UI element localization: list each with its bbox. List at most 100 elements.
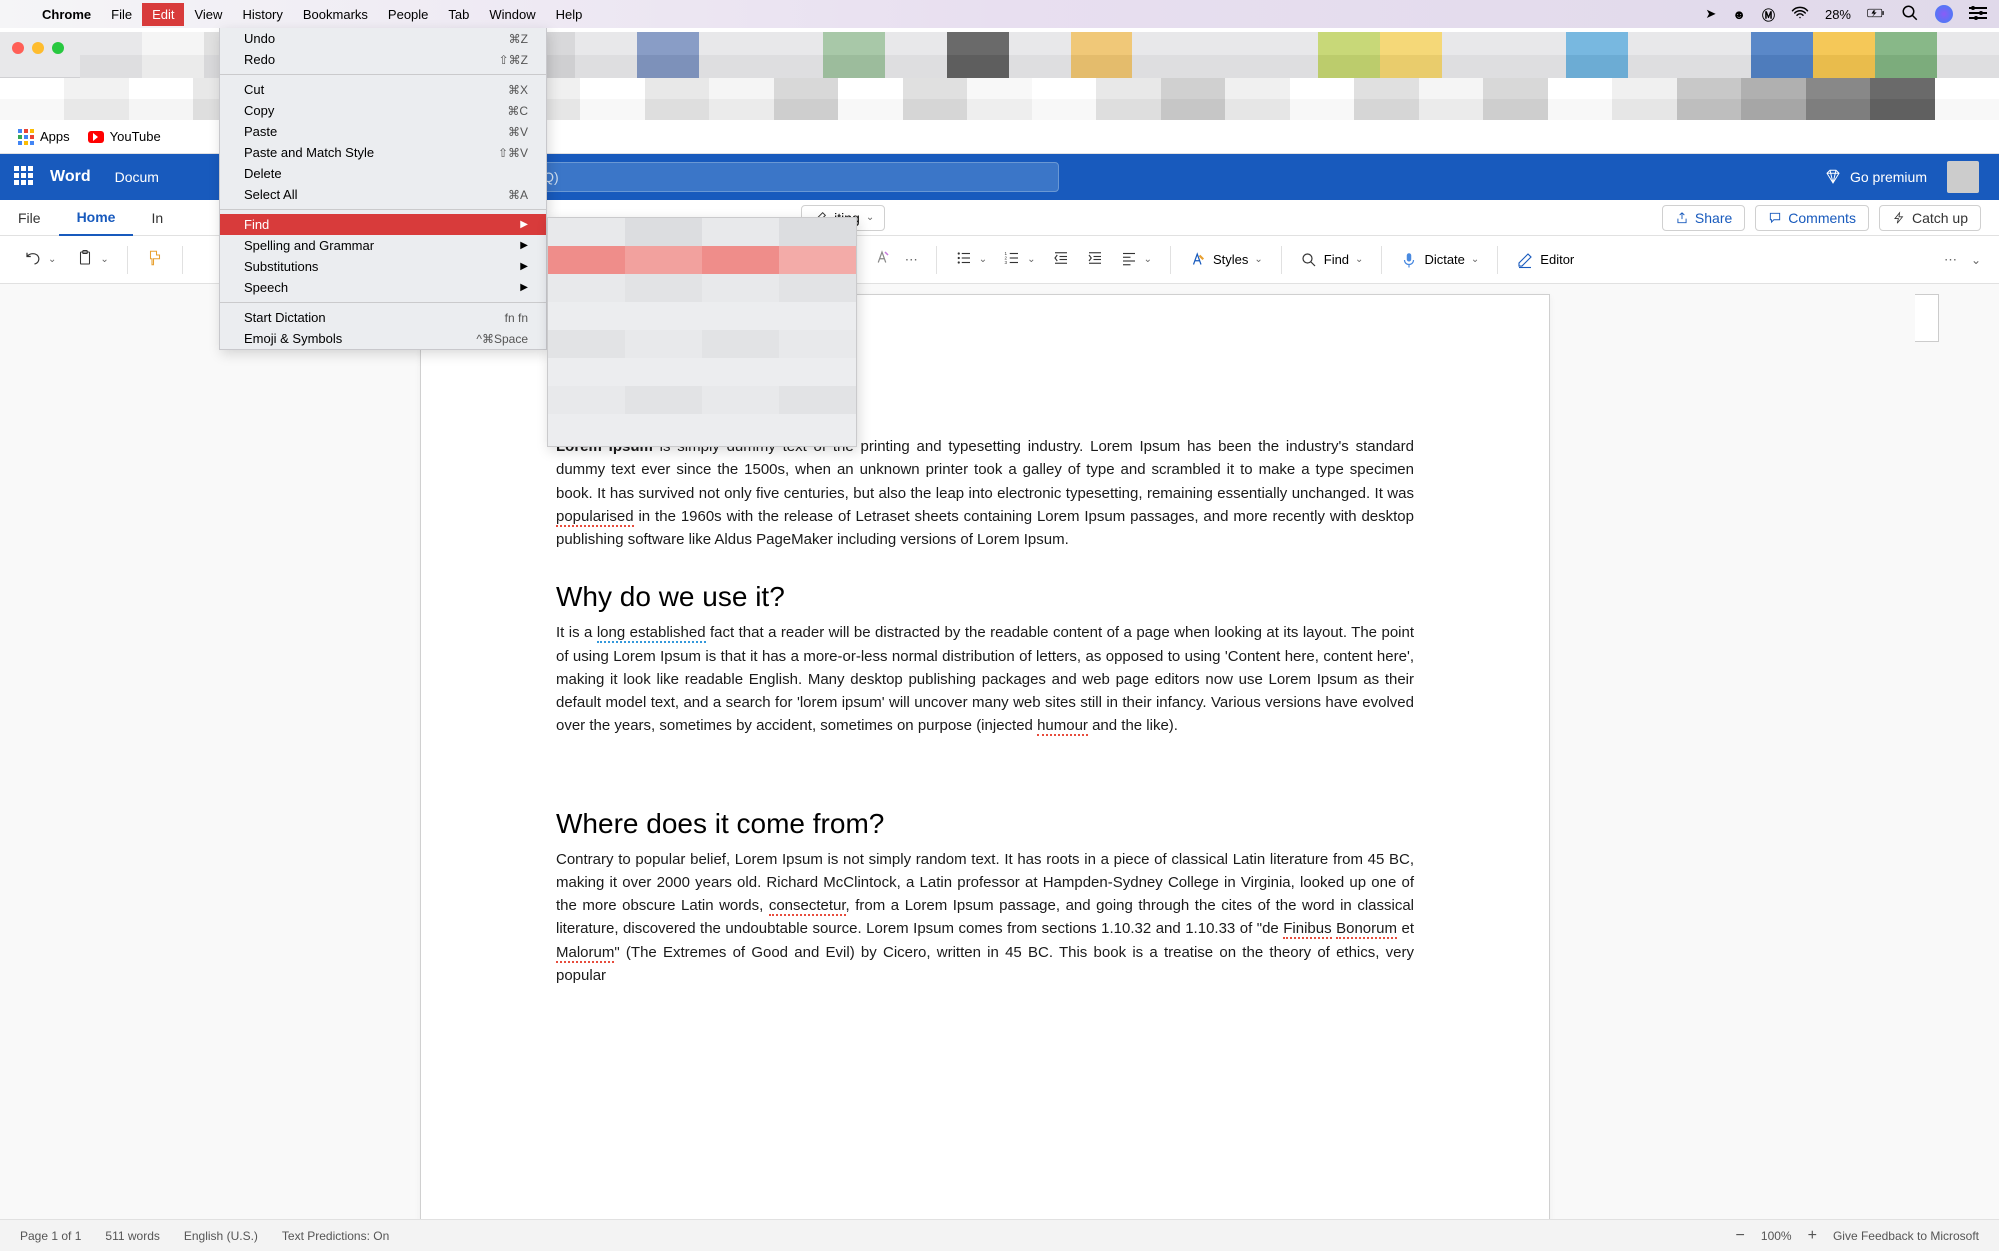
close-window-button[interactable] xyxy=(12,42,24,54)
menu-item-delete[interactable]: Delete xyxy=(220,163,546,184)
zoom-level[interactable]: 100% xyxy=(1761,1229,1792,1243)
sys-icon-1[interactable]: ➤ xyxy=(1705,6,1716,22)
doc-paragraph-1: Lorem Ipsum is simply dummy text of the … xyxy=(556,435,1414,551)
increase-indent-button[interactable] xyxy=(1086,249,1104,270)
menu-file[interactable]: File xyxy=(101,3,142,26)
menu-people[interactable]: People xyxy=(378,3,438,26)
user-avatar[interactable] xyxy=(1947,161,1979,193)
tab-file[interactable]: File xyxy=(0,200,59,236)
wifi-icon[interactable] xyxy=(1791,4,1809,25)
share-button[interactable]: Share xyxy=(1662,205,1745,231)
comment-icon xyxy=(1768,211,1782,225)
find-submenu[interactable] xyxy=(547,217,857,447)
menu-item-undo[interactable]: Undo⌘Z xyxy=(220,28,546,49)
go-premium-button[interactable]: Go premium xyxy=(1824,168,1927,186)
svg-text:3: 3 xyxy=(1005,260,1008,265)
find-icon xyxy=(1300,251,1318,269)
menu-item-copy[interactable]: Copy⌘C xyxy=(220,100,546,121)
tab-insert[interactable]: In xyxy=(133,200,181,236)
share-icon xyxy=(1675,211,1689,225)
undo-button[interactable] xyxy=(24,249,42,270)
styles-button[interactable]: Styles⌄ xyxy=(1183,251,1269,269)
youtube-icon xyxy=(88,131,104,143)
app-launcher-icon[interactable] xyxy=(14,166,36,188)
zoom-out-button[interactable]: − xyxy=(1736,1227,1745,1245)
editor-button[interactable]: Editor xyxy=(1510,251,1580,269)
menu-item-paste[interactable]: Paste⌘V xyxy=(220,121,546,142)
menu-divider xyxy=(220,74,546,75)
numbering-button[interactable]: 123 xyxy=(1003,249,1021,270)
status-predictions[interactable]: Text Predictions: On xyxy=(282,1229,389,1243)
menu-item-cut[interactable]: Cut⌘X xyxy=(220,79,546,100)
menu-divider xyxy=(220,302,546,303)
catch-up-button[interactable]: Catch up xyxy=(1879,205,1981,231)
dictate-button[interactable]: Dictate⌄ xyxy=(1394,251,1485,269)
doc-heading-2: Why do we use it? xyxy=(556,581,1414,613)
menu-item-substitutions[interactable]: Substitutions▶ xyxy=(220,256,546,277)
maximize-window-button[interactable] xyxy=(52,42,64,54)
styles-icon xyxy=(1189,251,1207,269)
doc-paragraph-3: Contrary to popular belief, Lorem Ipsum … xyxy=(556,848,1414,988)
editor-icon xyxy=(1516,251,1534,269)
status-language[interactable]: English (U.S.) xyxy=(184,1229,258,1243)
clipboard-button[interactable] xyxy=(76,249,94,270)
menu-tab[interactable]: Tab xyxy=(438,3,479,26)
minimize-window-button[interactable] xyxy=(32,42,44,54)
menu-history[interactable]: History xyxy=(232,3,292,26)
siri-icon[interactable] xyxy=(1935,5,1953,23)
zoom-in-button[interactable]: + xyxy=(1808,1227,1817,1245)
battery-icon[interactable] xyxy=(1867,4,1885,25)
feedback-link[interactable]: Give Feedback to Microsoft xyxy=(1833,1229,1979,1243)
bookmark-apps[interactable]: Apps xyxy=(18,129,70,145)
align-button[interactable] xyxy=(1120,249,1138,270)
word-brand[interactable]: Word xyxy=(50,168,91,186)
menu-item-spelling[interactable]: Spelling and Grammar▶ xyxy=(220,235,546,256)
edit-dropdown-menu: Undo⌘Z Redo⇧⌘Z Cut⌘X Copy⌘C Paste⌘V Past… xyxy=(219,28,547,350)
menu-divider xyxy=(220,209,546,210)
clear-formatting-button[interactable] xyxy=(873,249,891,270)
tab-home[interactable]: Home xyxy=(59,200,134,236)
menu-item-dictation[interactable]: Start Dictationfn fn xyxy=(220,307,546,328)
menu-item-find[interactable]: Find▶ xyxy=(220,214,546,235)
control-center-icon[interactable] xyxy=(1969,4,1987,25)
status-words[interactable]: 511 words xyxy=(105,1229,159,1243)
battery-percent: 28% xyxy=(1825,7,1851,22)
format-painter-button[interactable] xyxy=(146,249,164,270)
window-controls xyxy=(12,42,64,54)
doc-paragraph-2: It is a long established fact that a rea… xyxy=(556,621,1414,737)
menu-bookmarks[interactable]: Bookmarks xyxy=(293,3,378,26)
bullets-button[interactable] xyxy=(955,249,973,270)
menu-item-paste-match[interactable]: Paste and Match Style⇧⌘V xyxy=(220,142,546,163)
more-ribbon-button[interactable]: ⋯ xyxy=(1944,252,1957,268)
menu-item-speech[interactable]: Speech▶ xyxy=(220,277,546,298)
ruler-notch xyxy=(1915,294,1939,342)
document-canvas[interactable]: What is Lorem Ipsum? Lorem Ipsum is simp… xyxy=(0,284,1999,1219)
status-page[interactable]: Page 1 of 1 xyxy=(20,1229,81,1243)
collapse-ribbon-button[interactable]: ⌄ xyxy=(1971,253,1981,267)
bookmark-youtube[interactable]: YouTube xyxy=(88,129,161,144)
find-button[interactable]: Find⌄ xyxy=(1294,251,1370,269)
decrease-indent-button[interactable] xyxy=(1052,249,1070,270)
menu-view[interactable]: View xyxy=(184,3,232,26)
menu-item-emoji[interactable]: Emoji & Symbols^⌘Space xyxy=(220,328,546,349)
apple-logo-icon[interactable] xyxy=(12,10,32,18)
more-font-button[interactable]: ⋯ xyxy=(905,252,918,268)
status-bar: Page 1 of 1 511 words English (U.S.) Tex… xyxy=(0,1219,1999,1251)
menu-edit[interactable]: Edit xyxy=(142,3,184,26)
apps-grid-icon xyxy=(18,129,34,145)
diamond-icon xyxy=(1824,168,1842,186)
mac-menubar: Chrome File Edit View History Bookmarks … xyxy=(0,0,1999,28)
sys-icon-3[interactable]: Ⓜ xyxy=(1762,5,1775,24)
doc-heading-3: Where does it come from? xyxy=(556,808,1414,840)
menu-help[interactable]: Help xyxy=(546,3,593,26)
sys-icon-2[interactable]: ☻ xyxy=(1732,7,1746,22)
menu-window[interactable]: Window xyxy=(479,3,545,26)
menu-item-redo[interactable]: Redo⇧⌘Z xyxy=(220,49,546,70)
microphone-icon xyxy=(1400,251,1418,269)
search-icon[interactable] xyxy=(1901,4,1919,25)
app-name[interactable]: Chrome xyxy=(32,3,101,26)
lightning-icon xyxy=(1892,211,1906,225)
document-name[interactable]: Docum xyxy=(115,169,159,185)
menu-item-select-all[interactable]: Select All⌘A xyxy=(220,184,546,205)
comments-button[interactable]: Comments xyxy=(1755,205,1869,231)
